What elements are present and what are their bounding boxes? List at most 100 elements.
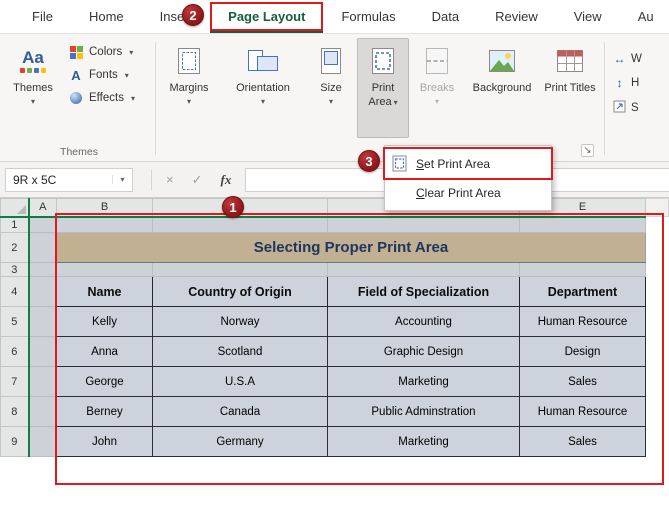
cell[interactable]: U.S.A [152, 366, 328, 397]
cell[interactable] [28, 216, 57, 233]
fonts-button[interactable]: A Fonts ▾ [68, 68, 152, 82]
page-setup-dialog-launcher-icon[interactable]: ↘ [581, 144, 594, 157]
scale-control[interactable]: S [612, 100, 668, 116]
cell[interactable] [152, 262, 328, 277]
colors-button[interactable]: Colors ▾ [68, 45, 152, 59]
column-header-a[interactable]: A [28, 198, 57, 218]
chevron-down-icon[interactable]: ▾ [112, 175, 132, 184]
cell[interactable]: George [56, 366, 153, 397]
cell[interactable] [645, 426, 669, 457]
row-header-6[interactable]: 6 [0, 336, 30, 367]
cancel-icon[interactable]: × [166, 172, 174, 187]
cell[interactable]: Scotland [152, 336, 328, 367]
cell[interactable] [645, 262, 669, 277]
cell[interactable] [645, 366, 669, 397]
themes-button[interactable]: Aa Themes ▾ [6, 38, 60, 138]
cell[interactable] [28, 232, 57, 263]
cell[interactable] [645, 336, 669, 367]
print-area-button[interactable]: Print Area ▾ [357, 38, 409, 138]
orientation-button[interactable]: Orientation ▾ [221, 38, 305, 138]
cell[interactable]: Germany [152, 426, 328, 457]
cell[interactable]: Kelly [56, 306, 153, 337]
cell[interactable]: Marketing [327, 426, 520, 457]
cell[interactable]: Human Resource [519, 396, 646, 427]
cell[interactable] [56, 216, 153, 233]
table-header-cell[interactable]: Field of Specialization [327, 276, 520, 307]
empty-sheet-space[interactable] [0, 456, 669, 517]
row-header-7[interactable]: 7 [0, 366, 30, 397]
row-header-8[interactable]: 8 [0, 396, 30, 427]
cell[interactable] [645, 216, 669, 233]
tab-data[interactable]: Data [414, 0, 477, 33]
cell[interactable] [28, 396, 57, 427]
cell[interactable] [645, 306, 669, 337]
cell[interactable] [519, 216, 646, 233]
cell[interactable]: Sales [519, 426, 646, 457]
select-all-corner[interactable] [0, 198, 30, 218]
row-header-3[interactable]: 3 [0, 262, 30, 277]
table-header-cell[interactable]: Department [519, 276, 646, 307]
tab-formulas[interactable]: Formulas [323, 0, 413, 33]
cell[interactable] [327, 216, 520, 233]
cell[interactable] [645, 276, 669, 307]
cell[interactable] [28, 336, 57, 367]
worksheet-title-cell[interactable]: Selecting Proper Print Area [56, 232, 646, 263]
column-header-c[interactable]: C [152, 198, 328, 218]
row-header-4[interactable]: 4 [0, 276, 30, 307]
cell[interactable]: Sales [519, 366, 646, 397]
cell[interactable] [645, 396, 669, 427]
enter-icon[interactable]: ✓ [192, 172, 203, 188]
cell[interactable]: John [56, 426, 153, 457]
tab-file[interactable]: File [14, 0, 71, 33]
table-header-cell[interactable]: Name [56, 276, 153, 307]
cell[interactable] [327, 262, 520, 277]
menu-item-clear-print-area[interactable]: Clear Print Area [385, 178, 551, 207]
menu-item-set-print-area[interactable]: Set Print Area [383, 147, 553, 180]
row-header-5[interactable]: 5 [0, 306, 30, 337]
cell[interactable] [152, 216, 328, 233]
column-header-b[interactable]: B [56, 198, 153, 218]
cell[interactable]: Canada [152, 396, 328, 427]
tab-automate[interactable]: Au [620, 0, 669, 33]
cell[interactable] [28, 426, 57, 457]
cell[interactable] [28, 366, 57, 397]
breaks-button[interactable]: Breaks ▾ [411, 38, 463, 138]
row-header-9[interactable]: 9 [0, 426, 30, 457]
cell[interactable]: Marketing [327, 366, 520, 397]
cell[interactable]: Graphic Design [327, 336, 520, 367]
tab-insert[interactable]: Insert [142, 0, 211, 33]
tab-view[interactable]: View [556, 0, 620, 33]
cell[interactable]: Berney [56, 396, 153, 427]
tab-review[interactable]: Review [477, 0, 556, 33]
cell[interactable] [28, 262, 57, 277]
column-header-partial[interactable] [645, 198, 669, 217]
size-button[interactable]: Size ▾ [307, 38, 355, 138]
cell[interactable]: Human Resource [519, 306, 646, 337]
cell[interactable] [645, 232, 669, 263]
effects-button[interactable]: Effects ▾ [68, 91, 152, 105]
cell[interactable] [519, 262, 646, 277]
cell[interactable]: Norway [152, 306, 328, 337]
print-titles-button[interactable]: Print Titles [541, 38, 599, 138]
background-button[interactable]: Background [465, 38, 539, 138]
row-header-2[interactable]: 2 [0, 232, 30, 263]
excel-window: File Home Insert Page Layout Formulas Da… [0, 0, 669, 517]
height-control[interactable]: ↕ H [612, 76, 668, 90]
insert-function-icon[interactable]: fx [221, 172, 232, 188]
name-box[interactable]: 9R x 5C ▾ [5, 167, 133, 192]
set-print-area-icon [392, 155, 407, 175]
cell[interactable]: Public Adminstration [327, 396, 520, 427]
tab-home[interactable]: Home [71, 0, 142, 33]
table-header-cell[interactable]: Country of Origin [152, 276, 328, 307]
spreadsheet-grid: A B C D E 1 2 Selecting Proper Print Are… [0, 198, 669, 517]
cell[interactable] [56, 262, 153, 277]
cell[interactable]: Design [519, 336, 646, 367]
cell[interactable]: Anna [56, 336, 153, 367]
tab-page-layout[interactable]: Page Layout [210, 0, 324, 33]
cell[interactable] [28, 306, 57, 337]
margins-button[interactable]: Margins ▾ [159, 38, 219, 138]
cell[interactable]: Accounting [327, 306, 520, 337]
width-control[interactable]: ↔ W [612, 52, 668, 66]
cell[interactable] [28, 276, 57, 307]
row-header-1[interactable]: 1 [0, 216, 30, 233]
